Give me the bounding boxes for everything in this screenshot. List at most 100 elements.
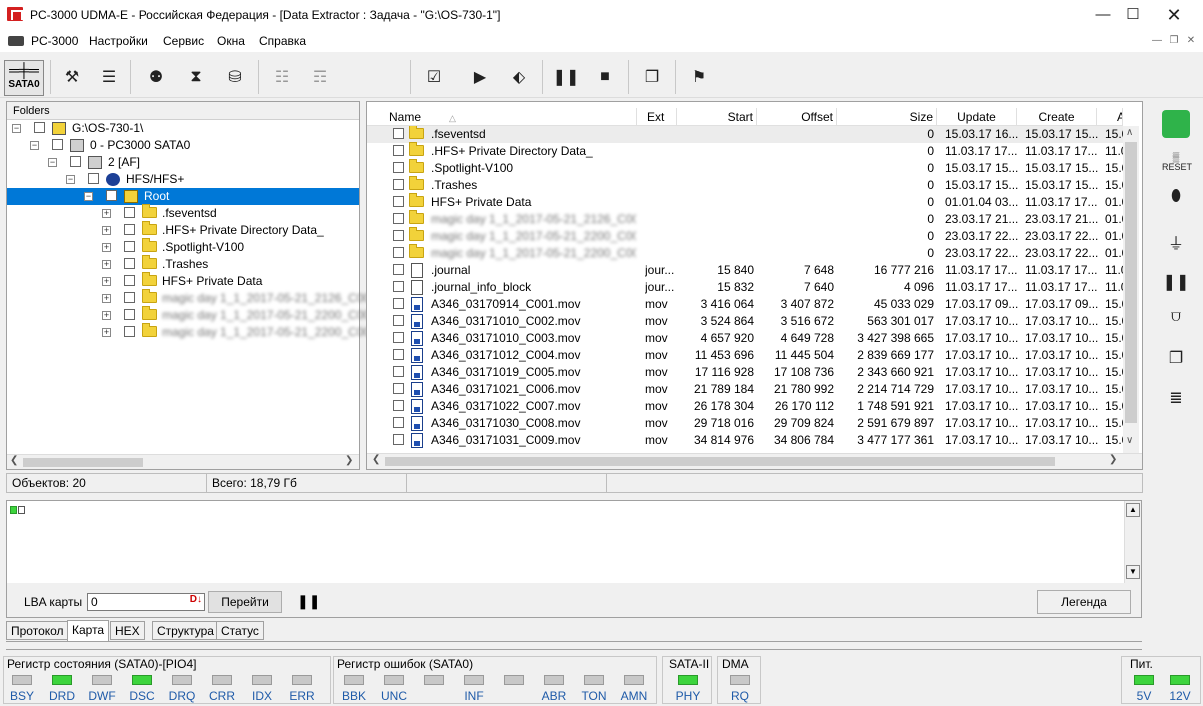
file-row[interactable]: HFS+ Private Data 0 01.01.04 03... 11.03.17… (367, 193, 1123, 211)
tab-hex[interactable]: HEX (110, 621, 145, 640)
windows-icon[interactable]: ❐ (636, 62, 668, 92)
close-icon[interactable]: ✕ (1154, 0, 1194, 30)
file-checkbox[interactable] (393, 247, 404, 258)
file-row[interactable]: A346_03171030_C008.mov mov 29 718 016 29 70… (367, 415, 1123, 432)
disk-save-icon[interactable]: ⛁ (219, 62, 251, 92)
menu-service[interactable]: Сервис (163, 34, 204, 48)
file-row[interactable]: A346_03171012_C004.mov mov 11 453 696 11 44… (367, 347, 1123, 364)
file-row[interactable]: .fseventsd 0 15.03.17 16... 15.03.17 15... 1… (367, 126, 1123, 143)
file-checkbox[interactable] (393, 281, 404, 292)
scroll-right-icon[interactable]: ❯ (345, 455, 353, 466)
file-checkbox[interactable] (393, 213, 404, 224)
tree-checkbox[interactable] (124, 275, 135, 286)
power-connector-icon[interactable]: ⏚ (1162, 230, 1190, 256)
tree-item[interactable]: + magic day 1_1_2017-05-21_2126_C0000 (7, 289, 384, 307)
legend-button[interactable]: Легенда (1037, 590, 1131, 614)
file-row[interactable]: magic day 1_1_2017-05-21_2200_C0001 0 23.0… (367, 227, 1123, 245)
tree-item[interactable]: + HFS+ Private Data (7, 272, 359, 290)
tree-checkbox[interactable] (88, 173, 99, 184)
file-checkbox[interactable] (393, 196, 404, 207)
mdi-minimize-icon[interactable]: — (1150, 34, 1164, 48)
tree-checkbox[interactable] (124, 309, 135, 320)
expand-icon[interactable]: + (102, 260, 111, 269)
tree-checkbox[interactable] (106, 190, 117, 201)
file-checkbox[interactable] (393, 315, 404, 326)
file-row[interactable]: A346_03171019_C005.mov mov 17 116 928 17 10… (367, 364, 1123, 381)
tree-item[interactable]: − 2 [AF] (7, 154, 359, 171)
col-size[interactable]: Size (837, 108, 937, 126)
mdi-close-icon[interactable]: ✕ (1184, 34, 1198, 48)
tree-checkbox[interactable] (52, 139, 63, 150)
tree-checkbox[interactable] (124, 258, 135, 269)
tree-checkbox[interactable] (70, 156, 81, 167)
group-icon[interactable]: ☶ (304, 62, 336, 92)
collapse-icon[interactable]: − (84, 192, 93, 201)
tree-item[interactable]: − HFS/HFS+ (7, 171, 359, 188)
file-row[interactable]: A346_03171010_C002.mov mov 3 524 864 3 516 … (367, 313, 1123, 330)
lba-input[interactable]: 0 D↓ (87, 593, 205, 611)
file-checkbox[interactable] (393, 145, 404, 156)
tree-item[interactable]: + .Spotlight-V100 (7, 238, 359, 256)
goto-button[interactable]: Перейти (208, 591, 282, 613)
file-checkbox[interactable] (393, 179, 404, 190)
pause-side-icon[interactable]: ❚❚ (1162, 272, 1190, 298)
menu-help[interactable]: Справка (259, 34, 306, 48)
checklist-icon[interactable]: ☑ (418, 62, 450, 92)
tree-checkbox[interactable] (124, 292, 135, 303)
mdi-restore-icon[interactable]: ❐ (1167, 34, 1181, 48)
hourglass-icon[interactable]: ⧗ (180, 62, 212, 92)
collapse-icon[interactable]: − (66, 175, 75, 184)
tree-item[interactable]: − Root (7, 188, 359, 205)
copy-remove-icon[interactable]: ❐ (1162, 348, 1190, 374)
expand-icon[interactable]: + (102, 226, 111, 235)
scroll-thumb[interactable] (23, 458, 143, 467)
file-checkbox[interactable] (393, 366, 404, 377)
file-row[interactable]: A346_03171021_C006.mov mov 21 789 184 21 78… (367, 381, 1123, 398)
chip-icon[interactable]: ⩌ (1162, 308, 1190, 334)
tab-status[interactable]: Статус (216, 621, 264, 640)
structure-icon[interactable]: ☷ (266, 62, 298, 92)
file-checkbox[interactable] (393, 162, 404, 173)
tree-item[interactable]: − G:\OS-730-1\ (7, 120, 359, 137)
file-row[interactable]: A346_03170914_C001.mov mov 3 416 064 3 407 … (367, 296, 1123, 313)
tree-structure-icon[interactable]: ⬖ (503, 62, 535, 92)
scroll-down-icon[interactable]: ▼ (1126, 565, 1140, 579)
col-offset[interactable]: Offset (757, 108, 837, 126)
tree-item[interactable]: + magic day 1_1_2017-05-21_2200_C0002 (7, 323, 384, 341)
file-checkbox[interactable] (393, 298, 404, 309)
tree-item[interactable]: + .HFS+ Private Directory Data_ (7, 221, 359, 239)
collapse-icon[interactable]: − (12, 124, 21, 133)
maximize-icon[interactable]: ☐ (1113, 0, 1153, 30)
scroll-icon[interactable]: ☰ (93, 62, 125, 92)
col-name[interactable]: Name △ (387, 108, 637, 126)
file-row[interactable]: .Trashes 0 15.03.17 15... 15.03.17 15... 15.… (367, 176, 1123, 194)
tools-icon[interactable]: ⚒ (56, 62, 88, 92)
tree-item[interactable]: + magic day 1_1_2017-05-21_2200_C0001 (7, 306, 384, 324)
file-checkbox[interactable] (393, 128, 404, 139)
file-row[interactable]: magic day 1_1_2017-05-21_2200_C0002 0 23.0… (367, 244, 1123, 262)
map-vertical-scrollbar[interactable]: ▲ ▼ (1124, 501, 1141, 583)
scroll-down-icon[interactable]: ∨ (1126, 435, 1133, 446)
file-checkbox[interactable] (393, 434, 404, 445)
files-horizontal-scrollbar[interactable]: ❮ ❯ (367, 453, 1142, 469)
play-icon[interactable]: ▶ (464, 62, 496, 92)
tree-checkbox[interactable] (124, 326, 135, 337)
binoculars-icon[interactable]: ⚉ (140, 62, 172, 92)
col-update[interactable]: Update (937, 108, 1017, 126)
tree-checkbox[interactable] (124, 224, 135, 235)
file-checkbox[interactable] (393, 332, 404, 343)
tree-item[interactable]: + .Trashes (7, 255, 359, 273)
sata-cable-icon[interactable]: ≣ (1162, 388, 1190, 414)
file-checkbox[interactable] (393, 230, 404, 241)
menu-windows[interactable]: Окна (217, 34, 245, 48)
expand-icon[interactable]: + (102, 328, 111, 337)
file-row[interactable]: .journal_info_block jour... 15 832 7 640 4 0… (367, 279, 1123, 296)
tree-item[interactable]: − 0 - PC3000 SATA0 (7, 137, 359, 154)
tree-checkbox[interactable] (124, 207, 135, 218)
file-checkbox[interactable] (393, 400, 404, 411)
expand-icon[interactable]: + (102, 277, 111, 286)
col-create[interactable]: Create (1017, 108, 1097, 126)
head-icon[interactable]: ⬮ (1162, 188, 1190, 214)
tree-item[interactable]: + .fseventsd (7, 204, 359, 222)
expand-icon[interactable]: + (102, 294, 111, 303)
